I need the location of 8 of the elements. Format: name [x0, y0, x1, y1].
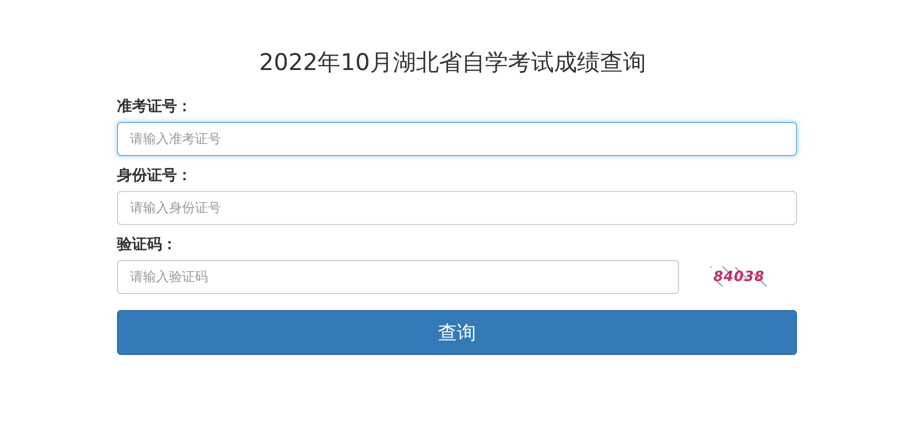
- query-button[interactable]: 查询: [117, 310, 797, 355]
- field-label: 身份证号：: [117, 165, 192, 185]
- field-label: 验证码：: [117, 234, 177, 254]
- input-field[interactable]: 请输入验证码: [117, 260, 679, 294]
- input-field[interactable]: 请输入准考证号: [117, 122, 797, 156]
- page-title: 2022年10月湖北省自学考试成绩查询: [259, 49, 646, 78]
- field-label: 准考证号：: [117, 96, 192, 116]
- input-field[interactable]: 请输入身份证号: [117, 191, 797, 225]
